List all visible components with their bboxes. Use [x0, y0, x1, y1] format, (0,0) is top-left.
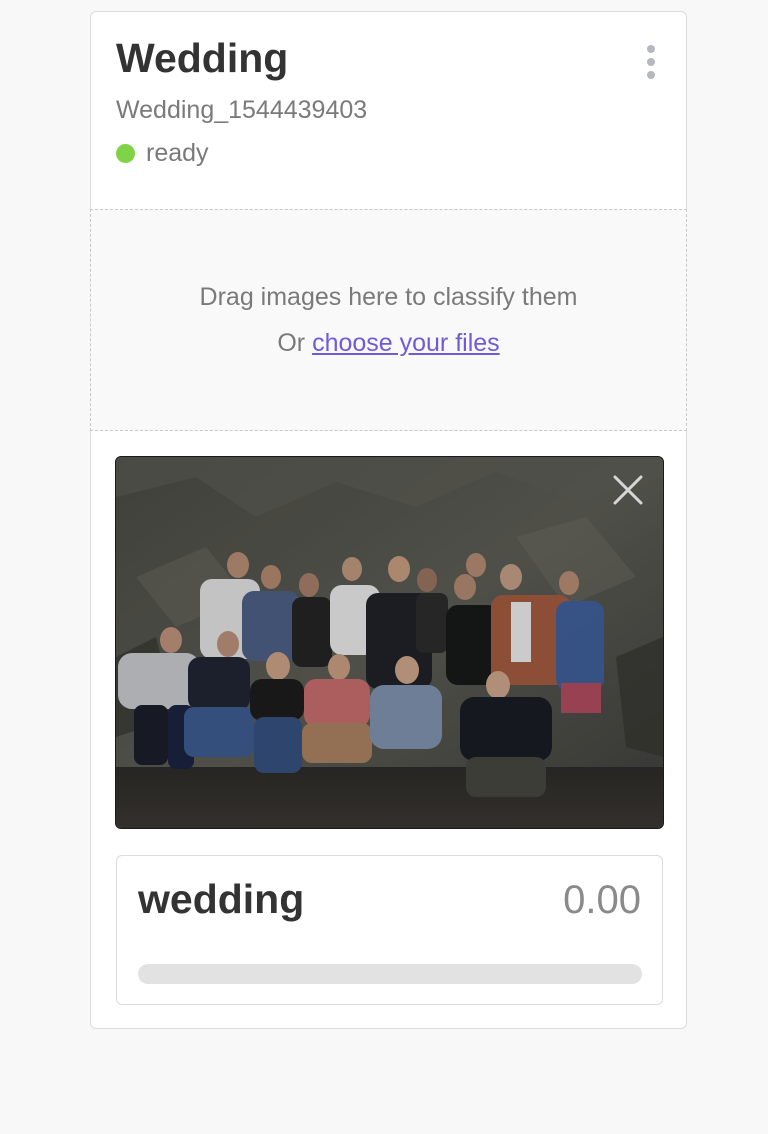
more-vertical-icon-dot	[647, 58, 655, 66]
dropzone-instructions: Drag images here to classify them	[199, 283, 578, 311]
classified-image	[116, 457, 663, 828]
status-indicator: ready	[116, 141, 209, 166]
classification-result: wedding 0.00	[116, 855, 663, 1005]
image-dropzone[interactable]: Drag images here to classify them Or cho…	[90, 209, 687, 431]
result-score: 0.00	[563, 878, 641, 922]
classifier-card: Wedding Wedding_1544439403 ready Drag im…	[90, 11, 687, 1029]
status-dot-icon	[116, 144, 135, 163]
choose-files-link[interactable]: choose your files	[312, 329, 500, 357]
card-title: Wedding	[116, 35, 289, 81]
more-vertical-icon-dot	[647, 71, 655, 79]
status-label: ready	[146, 139, 209, 167]
card-header: Wedding Wedding_1544439403 ready	[91, 12, 686, 210]
more-vertical-icon	[647, 45, 655, 53]
group-photo	[116, 457, 663, 828]
dropzone-or-text: Or	[277, 329, 306, 357]
confidence-progress-bar	[138, 964, 642, 984]
more-options-button[interactable]	[644, 45, 658, 79]
dropzone-choose-line: Or choose your files	[91, 329, 686, 358]
close-icon[interactable]	[611, 473, 645, 507]
result-label: wedding	[138, 876, 305, 922]
card-subtitle: Wedding_1544439403	[116, 96, 368, 124]
